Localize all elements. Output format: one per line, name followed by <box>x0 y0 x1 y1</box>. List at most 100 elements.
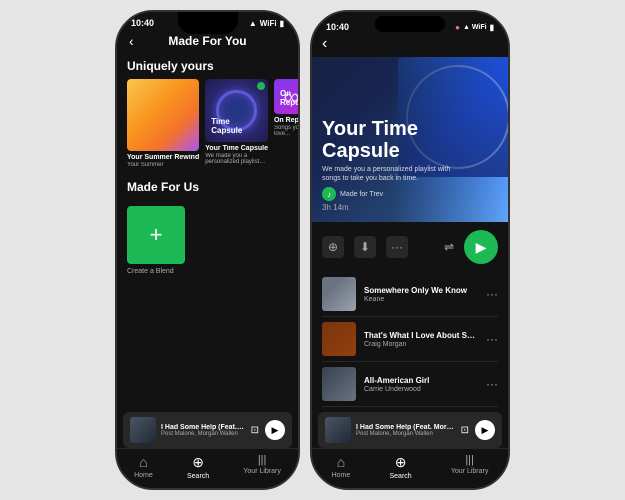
battery-icon-2: ▮ <box>490 23 494 32</box>
playlist-label: Your Summer Rewind <box>127 154 199 161</box>
now-playing-info: I Had Some Help (Feat. Morgan Wallen) Po… <box>161 424 246 437</box>
track-more-icon[interactable]: ··· <box>486 332 498 346</box>
play-button-2[interactable]: ▶ <box>464 230 498 264</box>
home-icon: ⌂ <box>139 454 147 470</box>
track-thumbnail <box>322 322 356 356</box>
add-to-library-button[interactable]: ⊕ <box>322 236 344 258</box>
nav-item-library[interactable]: ||| Your Library <box>243 454 281 480</box>
track-info: All-American Girl Carrie Underwood <box>364 376 478 393</box>
playback-controls-2: ⊡ ▶ <box>461 420 495 440</box>
download-button[interactable]: ⬇ <box>354 236 376 258</box>
home-icon-2: ⌂ <box>337 454 345 470</box>
hero-content: Your TimeCapsule We made you a personali… <box>322 118 452 212</box>
playlist-grid: Your Summer Rewind Your Summer TimeCapsu… <box>117 79 298 168</box>
plus-icon: + <box>150 224 163 246</box>
section-made-for-us: Made For Us <box>117 174 298 200</box>
made-for-label: Made for Trev <box>340 191 383 198</box>
table-row[interactable]: Somewhere Only We Know Keane ··· <box>322 272 498 317</box>
table-row[interactable]: All-American Girl Carrie Underwood ··· <box>322 362 498 407</box>
playback-controls: ⊡ ▶ <box>251 420 285 440</box>
devices-icon-2[interactable]: ⊡ <box>461 425 469 436</box>
nav-label-home-2: Home <box>332 472 351 479</box>
nav-item-home[interactable]: ⌂ Home <box>134 454 153 480</box>
blend-label: Create a Blend <box>127 268 288 275</box>
track-list: Somewhere Only We Know Keane ··· That's … <box>312 272 508 412</box>
add-icon: ⊕ <box>328 240 338 254</box>
nav-label-home: Home <box>134 472 153 479</box>
hero-made-for: ♪ Made for Trev <box>322 187 452 201</box>
list-item[interactable]: Your Summer Rewind Your Summer <box>127 79 199 168</box>
playlist-sublabel: Songs you love... <box>274 125 298 137</box>
track-artist: Carrie Underwood <box>364 386 478 393</box>
playlist-controls: ⊕ ⬇ ··· ⇌ ▶ <box>312 222 508 272</box>
nav-item-home-2[interactable]: ⌂ Home <box>332 454 351 480</box>
track-info: That's What I Love About Sunday Craig Mo… <box>364 331 478 348</box>
track-name: All-American Girl <box>364 376 478 385</box>
playlist-sublabel: Your Summer <box>127 162 199 168</box>
status-icons: ▲ WiFi ▮ <box>249 19 284 28</box>
hero-section: Your TimeCapsule We made you a personali… <box>312 57 508 222</box>
signal-icon: ▲ <box>249 19 257 28</box>
playlist-label: Your Time Capsule <box>205 145 268 152</box>
now-playing-artist-2: Post Malone, Morgan Wallen <box>356 431 456 437</box>
track-name: Somewhere Only We Know <box>364 286 478 295</box>
track-more-icon[interactable]: ··· <box>486 377 498 391</box>
phone-2: 10:40 ● ▲ WiFi ▮ ‹ Your TimeCapsule We m… <box>310 10 510 490</box>
list-item[interactable]: TimeCapsule Your Time Capsule We made yo… <box>205 79 268 168</box>
track-artist: Craig Morgan <box>364 341 478 348</box>
ellipsis-icon: ··· <box>391 240 403 254</box>
status-time: 10:40 <box>131 18 154 28</box>
nav-item-library-2[interactable]: ||| Your Library <box>451 454 489 480</box>
nav-label-search-2: Search <box>389 473 411 480</box>
list-item[interactable]: OnRepeat On Repeat Songs you love... <box>274 79 298 168</box>
phone-1: 10:40 ▲ WiFi ▮ ‹ Made For You Uniquely y… <box>115 10 300 490</box>
nav-header: ‹ Made For You <box>117 31 298 53</box>
nav-item-search-2[interactable]: ⊕ Search <box>389 454 411 480</box>
nav-label-library-2: Your Library <box>451 468 489 475</box>
status-time-2: 10:40 <box>326 22 349 32</box>
bottom-nav: ⌂ Home ⊕ Search ||| Your Library <box>117 448 298 488</box>
table-row[interactable]: That's What I Love About Sunday Craig Mo… <box>322 317 498 362</box>
search-icon-2: ⊕ <box>395 454 407 471</box>
status-icons-2: ● ▲ WiFi ▮ <box>455 23 494 32</box>
wifi-icon-2: ▲ WiFi <box>463 24 487 31</box>
on-repeat-cover: OnRepeat <box>274 79 298 114</box>
devices-icon[interactable]: ⊡ <box>251 425 259 436</box>
track-more-icon[interactable]: ··· <box>486 287 498 301</box>
nav-header-2: ‹ <box>312 35 508 57</box>
create-blend-button[interactable]: + <box>127 206 185 264</box>
track-artist: Keane <box>364 296 478 303</box>
back-button[interactable]: ‹ <box>129 33 134 49</box>
library-icon-2: ||| <box>465 454 474 466</box>
track-info: Somewhere Only We Know Keane <box>364 286 478 303</box>
track-thumbnail <box>322 367 356 401</box>
back-button-2[interactable]: ‹ <box>322 35 327 53</box>
summer-rewind-cover <box>127 79 199 151</box>
nav-label-library: Your Library <box>243 468 281 475</box>
spotify-icon: ♪ <box>322 187 336 201</box>
play-button[interactable]: ▶ <box>265 420 285 440</box>
made-for-us-section: + Create a Blend <box>117 200 298 281</box>
now-playing-bar-2[interactable]: I Had Some Help (Feat. Morgan Walle... P… <box>318 412 502 448</box>
more-options-button[interactable]: ··· <box>386 236 408 258</box>
nav-item-search[interactable]: ⊕ Search <box>187 454 209 480</box>
now-playing-artist: Post Malone, Morgan Wallen <box>161 431 246 437</box>
shuffle-icon[interactable]: ⇌ <box>444 240 454 254</box>
hero-title: Your TimeCapsule <box>322 118 452 162</box>
hero-subtitle: We made you a personalized playlist with… <box>322 165 452 183</box>
dynamic-island <box>375 16 445 32</box>
now-playing-thumb-2 <box>325 417 351 443</box>
section-uniquely-yours: Uniquely yours <box>117 53 298 79</box>
duration-text: 3h 14m <box>322 203 452 212</box>
playlist-label: On Repeat <box>274 117 298 124</box>
download-icon: ⬇ <box>360 240 370 254</box>
playlist-sublabel: We made you a personalized playlist with… <box>205 153 268 165</box>
track-thumbnail <box>322 277 356 311</box>
bottom-nav-2: ⌂ Home ⊕ Search ||| Your Library <box>312 448 508 488</box>
screen-2: 10:40 ● ▲ WiFi ▮ ‹ Your TimeCapsule We m… <box>312 12 508 488</box>
now-playing-bar[interactable]: I Had Some Help (Feat. Morgan Wallen) Po… <box>123 412 292 448</box>
play-button-3[interactable]: ▶ <box>475 420 495 440</box>
now-playing-thumb <box>130 417 156 443</box>
notch <box>178 12 238 34</box>
screen-1: 10:40 ▲ WiFi ▮ ‹ Made For You Uniquely y… <box>117 12 298 488</box>
